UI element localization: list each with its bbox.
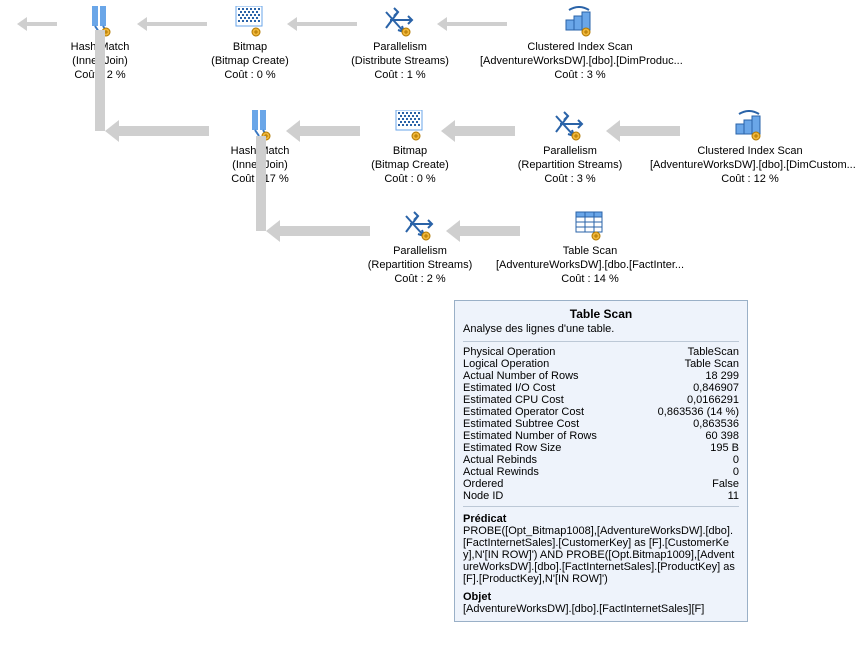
- tooltip-row-value: 195 B: [710, 442, 739, 454]
- arrow: [95, 121, 105, 131]
- op-title: Bitmap: [330, 144, 490, 158]
- tooltip-row-key: Ordered: [463, 478, 503, 490]
- op-title: Clustered Index Scan: [480, 40, 680, 54]
- tooltip-row: Estimated Row Size 195 B: [463, 442, 739, 454]
- tooltip-row-key: Actual Number of Rows: [463, 370, 579, 382]
- op-parallelism-3[interactable]: Parallelism (Repartition Streams) Coût :…: [340, 210, 500, 286]
- op-cost: Coût : 3 %: [490, 172, 650, 186]
- op-parallelism-2[interactable]: Parallelism (Repartition Streams) Coût :…: [490, 110, 650, 186]
- bitmap-icon: [394, 110, 426, 142]
- tooltip-row-value: 0,846907: [693, 382, 739, 394]
- tooltip-predicate-text: PROBE([Opt_Bitmap1008],[AdventureWorksDW…: [463, 525, 739, 585]
- tooltip-row: Actual Rewinds 0: [463, 466, 739, 478]
- tooltip-row-key: Estimated Number of Rows: [463, 430, 597, 442]
- tooltip-row-value: False: [712, 478, 739, 490]
- op-subtitle: (Distribute Streams): [320, 54, 480, 68]
- op-title: Bitmap: [170, 40, 330, 54]
- tooltip-row-value: 60 398: [705, 430, 739, 442]
- op-cost: Coût : 2 %: [340, 272, 500, 286]
- tooltip-row: Actual Rebinds 0: [463, 454, 739, 466]
- tooltip-object-text: [AdventureWorksDW].[dbo].[FactInternetSa…: [463, 603, 739, 615]
- tooltip-row: Estimated Number of Rows 60 398: [463, 430, 739, 442]
- op-cost: Coût : 0 %: [330, 172, 490, 186]
- parallelism-icon: [384, 6, 416, 38]
- arrow: [95, 30, 105, 131]
- op-subtitle: [AdventureWorksDW].[dbo].[DimProduc...: [480, 54, 680, 68]
- tooltip-desc: Analyse des lignes d'une table.: [463, 323, 739, 335]
- tooltip-row-key: Node ID: [463, 490, 503, 502]
- op-cost: Coût : 0 %: [170, 68, 330, 82]
- op-subtitle: [AdventureWorksDW].[dbo].[DimCustom...: [650, 158, 850, 172]
- tooltip-row-value: 11: [728, 490, 739, 502]
- tooltip-row-key: Estimated CPU Cost: [463, 394, 564, 406]
- tooltip-row-key: Logical Operation: [463, 358, 549, 370]
- tooltip-predicate-label: Prédicat: [463, 513, 739, 525]
- tooltip-row: Estimated I/O Cost 0,846907: [463, 382, 739, 394]
- tooltip-row-key: Actual Rewinds: [463, 466, 539, 478]
- op-cost: Coût : 12 %: [650, 172, 850, 186]
- op-clustered-index-scan-2[interactable]: Clustered Index Scan [AdventureWorksDW].…: [650, 110, 850, 186]
- clustered-index-scan-icon: [564, 6, 596, 38]
- parallelism-icon: [554, 110, 586, 142]
- op-subtitle: [AdventureWorksDW].[dbo.[FactInter...: [490, 258, 690, 272]
- op-cost: Coût : 3 %: [480, 68, 680, 82]
- op-cost: Coût : 14 %: [490, 272, 690, 286]
- op-title: Clustered Index Scan: [650, 144, 850, 158]
- tooltip-row-value: 0: [733, 466, 739, 478]
- tooltip-row: Estimated Subtree Cost 0,863536: [463, 418, 739, 430]
- tooltip-row-value: Table Scan: [685, 358, 739, 370]
- op-title: Parallelism: [490, 144, 650, 158]
- op-bitmap-2[interactable]: Bitmap (Bitmap Create) Coût : 0 %: [330, 110, 490, 186]
- tooltip-object-label: Objet: [463, 591, 739, 603]
- tooltip-row-value: 0: [733, 454, 739, 466]
- op-subtitle: (Bitmap Create): [330, 158, 490, 172]
- op-bitmap-1[interactable]: Bitmap (Bitmap Create) Coût : 0 %: [170, 6, 330, 82]
- tooltip-row-value: 0,863536: [693, 418, 739, 430]
- tooltip-row: Estimated CPU Cost 0,0166291: [463, 394, 739, 406]
- op-subtitle: (Bitmap Create): [170, 54, 330, 68]
- op-subtitle: (Repartition Streams): [490, 158, 650, 172]
- tooltip-row-key: Estimated Operator Cost: [463, 406, 584, 418]
- bitmap-icon: [234, 6, 266, 38]
- tooltip-row: Estimated Operator Cost 0,863536 (14 %): [463, 406, 739, 418]
- tooltip-row-value: TableScan: [688, 346, 739, 358]
- op-subtitle: (Repartition Streams): [340, 258, 500, 272]
- tooltip-row: Actual Number of Rows 18 299: [463, 370, 739, 382]
- tooltip-row: Ordered False: [463, 478, 739, 490]
- tooltip-row-key: Physical Operation: [463, 346, 555, 358]
- tooltip-row: Logical Operation Table Scan: [463, 358, 739, 370]
- clustered-index-scan-icon: [734, 110, 766, 142]
- tooltip-row-value: 0,863536 (14 %): [658, 406, 739, 418]
- table-scan-icon: [574, 210, 606, 242]
- op-title: Parallelism: [340, 244, 500, 258]
- tooltip-row-key: Estimated Subtree Cost: [463, 418, 579, 430]
- op-cost: Coût : 1 %: [320, 68, 480, 82]
- tooltip-row: Node ID 11: [463, 490, 739, 502]
- arrow: [256, 136, 266, 231]
- op-parallelism-1[interactable]: Parallelism (Distribute Streams) Coût : …: [320, 6, 480, 82]
- tooltip-row: Physical Operation TableScan: [463, 346, 739, 358]
- tooltip-row-key: Actual Rebinds: [463, 454, 537, 466]
- operator-tooltip: Table Scan Analyse des lignes d'une tabl…: [454, 300, 748, 622]
- tooltip-row-key: Estimated Row Size: [463, 442, 561, 454]
- parallelism-icon: [404, 210, 436, 242]
- op-clustered-index-scan-1[interactable]: Clustered Index Scan [AdventureWorksDW].…: [480, 6, 680, 82]
- op-title: Table Scan: [490, 244, 690, 258]
- op-table-scan[interactable]: Table Scan [AdventureWorksDW].[dbo.[Fact…: [490, 210, 690, 286]
- tooltip-row-key: Estimated I/O Cost: [463, 382, 555, 394]
- tooltip-row-value: 18 299: [705, 370, 739, 382]
- tooltip-row-value: 0,0166291: [687, 394, 739, 406]
- op-title: Parallelism: [320, 40, 480, 54]
- tooltip-title: Table Scan: [463, 307, 739, 321]
- arrow: [256, 221, 266, 231]
